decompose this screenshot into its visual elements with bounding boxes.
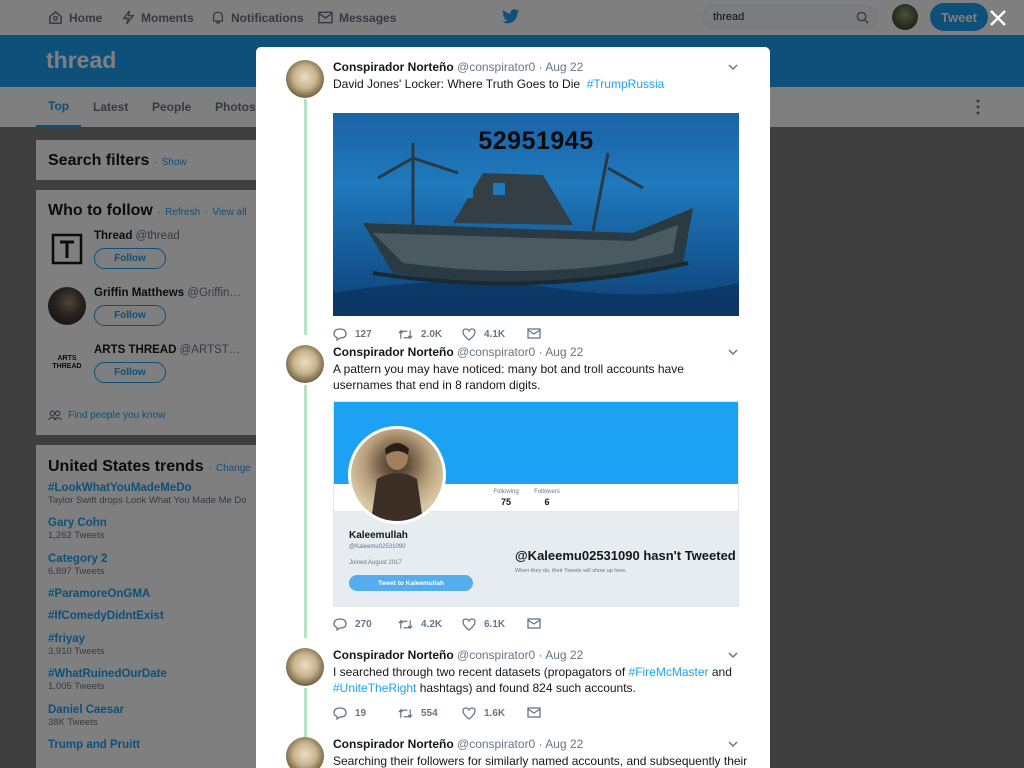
reply-action[interactable]: 127 — [333, 328, 372, 341]
chevron-down-icon[interactable] — [728, 651, 738, 659]
no-tweets-heading: @Kaleemu02531090 hasn't Tweeted — [515, 548, 736, 563]
retweet-icon — [398, 708, 413, 719]
like-count: 4.1K — [484, 329, 506, 340]
chevron-down-icon[interactable] — [728, 740, 738, 748]
retweet-count: 554 — [421, 708, 438, 719]
tweet-handle-time[interactable]: @conspirator0 · Aug 22 — [457, 60, 583, 74]
message-action[interactable] — [527, 618, 549, 629]
tweet-handle-time[interactable]: @conspirator0 · Aug 22 — [457, 737, 583, 751]
message-action[interactable] — [527, 328, 549, 339]
retweet-count: 4.2K — [421, 619, 443, 630]
tweet-text-body: David Jones' Locker: Where Truth Goes to… — [333, 77, 581, 91]
retweet-action[interactable]: 554 — [398, 707, 438, 720]
following-count: 75 — [500, 497, 511, 507]
tweet-author-name[interactable]: Conspirador Norteño — [333, 345, 454, 359]
tweet-header: Conspirador Norteño @conspirator0 · Aug … — [333, 60, 583, 74]
tweet-author-avatar[interactable] — [286, 345, 324, 383]
like-count: 6.1K — [484, 619, 506, 630]
tweet-author-name[interactable]: Conspirador Norteño — [333, 60, 454, 74]
reply-icon — [333, 328, 347, 341]
profile-handle: @Kaleemu02531090 — [349, 544, 406, 550]
tweet-text-part: I searched through two recent datasets (… — [333, 665, 626, 679]
retweet-action[interactable]: 4.2K — [398, 618, 442, 631]
tweet-actions: 270 4.2K 6.1K — [333, 618, 593, 634]
tweet[interactable]: Conspirador Norteño @conspirator0 · Aug … — [256, 60, 770, 341]
reply-count: 270 — [355, 619, 372, 630]
tweet-thread-modal: Conspirador Norteño @conspirator0 · Aug … — [256, 47, 770, 768]
followers-count: 6 — [544, 497, 550, 507]
close-icon[interactable] — [988, 8, 1008, 28]
envelope-icon — [527, 707, 541, 718]
followers-label: Followers — [534, 489, 560, 495]
reply-action[interactable]: 19 — [333, 707, 366, 720]
tweet-author-name[interactable]: Conspirador Norteño — [333, 737, 454, 751]
reply-count: 127 — [355, 329, 372, 340]
tweet[interactable]: Conspirador Norteño @conspirator0 · Aug … — [256, 737, 770, 768]
chevron-down-icon[interactable] — [728, 63, 738, 71]
followers-stat: Followers 6 — [532, 489, 562, 507]
chevron-down-icon[interactable] — [728, 348, 738, 356]
tweet-author-name[interactable]: Conspirador Norteño — [333, 648, 454, 662]
like-action[interactable]: 6.1K — [462, 618, 505, 631]
reply-icon — [333, 707, 347, 720]
tweet-author-avatar[interactable] — [286, 737, 324, 768]
heart-icon — [462, 618, 476, 631]
tweet-text-part: hashtags) and found 824 such accounts. — [419, 681, 636, 695]
tweet-handle-time[interactable]: @conspirator0 · Aug 22 — [457, 345, 583, 359]
tweet[interactable]: Conspirador Norteño @conspirator0 · Aug … — [256, 648, 770, 728]
reply-icon — [333, 618, 347, 631]
retweet-count: 2.0K — [421, 329, 443, 340]
tweet-header: Conspirador Norteño @conspirator0 · Aug … — [333, 648, 583, 662]
envelope-icon — [527, 328, 541, 339]
tweet-text: A pattern you may have noticed: many bot… — [333, 362, 684, 392]
following-label: Following — [493, 489, 519, 495]
tweet-actions: 127 2.0K 4.1K — [333, 328, 593, 344]
tweet-header: Conspirador Norteño @conspirator0 · Aug … — [333, 737, 583, 751]
tweet-author-avatar[interactable] — [286, 648, 324, 686]
following-stat: Following 75 — [491, 489, 521, 507]
profile-name: Kaleemullah — [349, 530, 408, 541]
heart-icon — [462, 328, 476, 341]
retweet-action[interactable]: 2.0K — [398, 328, 442, 341]
image-caption-number: 52951945 — [478, 127, 594, 155]
hashtag-link[interactable]: #UniteTheRight — [333, 681, 416, 695]
heart-icon — [462, 707, 476, 720]
profile-photo — [348, 426, 446, 524]
retweet-icon — [398, 329, 413, 340]
like-action[interactable]: 4.1K — [462, 328, 505, 341]
like-action[interactable]: 1.6K — [462, 707, 505, 720]
envelope-icon — [527, 618, 541, 629]
tweet-text: David Jones' Locker: Where Truth Goes to… — [333, 76, 738, 92]
hashtag-link[interactable]: #TrumpRussia — [587, 77, 665, 91]
hashtag-link[interactable]: #FireMcMaster — [629, 665, 709, 679]
no-tweets-subtext: When they do, their Tweets will show up … — [515, 568, 627, 574]
person-illustration — [371, 443, 423, 521]
profile-joined-date: Joined August 2017 — [349, 560, 402, 566]
tweet-author-avatar[interactable] — [286, 60, 324, 98]
tweet-actions: 19 554 1.6K — [333, 707, 593, 723]
tweet-handle-time[interactable]: @conspirator0 · Aug 22 — [457, 648, 583, 662]
tweet-text: Searching their followers for similarly … — [333, 754, 748, 768]
tweet-image[interactable]: Following 75 Followers 6 Kaleemullah @Kale… — [333, 401, 739, 607]
retweet-icon — [398, 619, 413, 630]
reply-action[interactable]: 270 — [333, 618, 372, 631]
tweet-text-part: and — [711, 665, 732, 679]
reply-count: 19 — [355, 708, 367, 719]
tweet-image[interactable]: 52951945 — [333, 113, 739, 316]
tweet-to-user-button: Tweet to Kaleemullah — [349, 575, 473, 591]
like-count: 1.6K — [484, 708, 506, 719]
tweet-header: Conspirador Norteño @conspirator0 · Aug … — [333, 345, 583, 359]
message-action[interactable] — [527, 707, 549, 718]
tweet-text: I searched through two recent datasets (… — [333, 664, 738, 696]
